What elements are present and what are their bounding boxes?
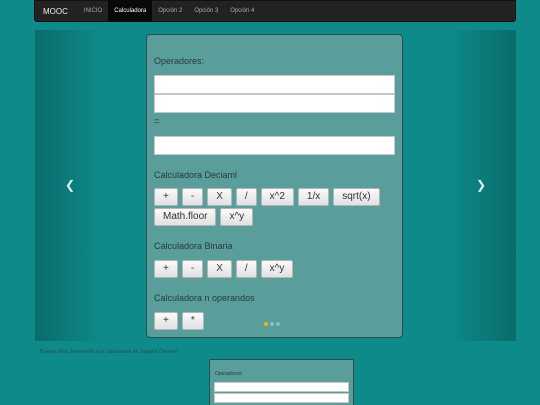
decimal-calculator-label: Calculadora Deciaml (154, 170, 238, 180)
nav-item-inicio[interactable]: INICIO (78, 0, 108, 22)
n-operands-multiply-button[interactable]: * (181, 312, 204, 330)
binary-multiply-button[interactable]: X (207, 260, 232, 278)
binary-add-button[interactable]: + (154, 260, 178, 278)
carousel-prev-control[interactable]: ❮ (35, 30, 103, 341)
decimal-square-button[interactable]: x^2 (260, 188, 294, 206)
carousel: ❮ ❯ Operadores: = Calculadora Deciaml + … (35, 30, 516, 341)
decimal-reciprocal-button[interactable]: 1/x (297, 188, 330, 206)
binary-buttons-row: + - X / x^y (154, 260, 294, 278)
carousel-indicators (264, 322, 280, 326)
decimal-sqrt-button[interactable]: sqrt(x) (333, 188, 380, 206)
decimal-floor-button[interactable]: Math.floor (154, 208, 217, 226)
nav-item-calculadora[interactable]: Calculadora (108, 0, 153, 22)
lower-operators-label: Operadores: (215, 371, 243, 377)
brand-link[interactable]: MOOC (35, 7, 78, 16)
decimal-buttons-row-1: + - X / x^2 1/x sqrt(x) (154, 188, 380, 206)
decimal-add-button[interactable]: + (154, 188, 178, 206)
lower-calculator-panel: Operadores: (209, 359, 354, 405)
decimal-subtract-button[interactable]: - (181, 188, 204, 206)
decimal-buttons-row-2: Math.floor x^y (154, 208, 254, 226)
welcome-text: Buenas días, bienvenido a la calculadora… (40, 349, 178, 355)
carousel-indicator-2[interactable] (270, 322, 274, 326)
nav-item-opcion-4[interactable]: Opción 4 (224, 0, 260, 22)
n-operands-calculator-label: Calculadora n operandos (154, 293, 255, 303)
chevron-right-icon[interactable]: ❯ (476, 178, 486, 192)
decimal-divide-button[interactable]: / (235, 188, 257, 206)
equals-label: = (154, 116, 160, 126)
nav-item-opcion-3[interactable]: Opción 3 (188, 0, 224, 22)
binary-subtract-button[interactable]: - (181, 260, 204, 278)
decimal-multiply-button[interactable]: X (207, 188, 232, 206)
decimal-power-button[interactable]: x^y (220, 208, 254, 226)
n-operands-add-button[interactable]: + (154, 312, 178, 330)
carousel-indicator-3[interactable] (276, 322, 280, 326)
lower-operand-1-input[interactable] (214, 382, 349, 392)
result-field[interactable] (154, 136, 395, 155)
operand-2-input[interactable] (154, 94, 395, 113)
nav-item-opcion-2[interactable]: Opción 2 (152, 0, 188, 22)
operators-label: Operadores: (154, 56, 205, 66)
n-operands-buttons-row: + * (154, 312, 204, 330)
chevron-left-icon[interactable]: ❮ (65, 178, 75, 192)
operand-1-input[interactable] (154, 75, 395, 94)
top-navbar: MOOC INICIO Calculadora Opción 2 Opción … (34, 0, 516, 22)
carousel-next-control[interactable]: ❯ (448, 30, 516, 341)
binary-divide-button[interactable]: / (235, 260, 257, 278)
binary-power-button[interactable]: x^y (260, 260, 294, 278)
lower-operand-2-input[interactable] (214, 393, 349, 403)
carousel-indicator-1[interactable] (264, 322, 268, 326)
binary-calculator-label: Calculadora Binaria (154, 241, 233, 251)
calculator-panel: Operadores: = Calculadora Deciaml + - X … (146, 34, 403, 338)
